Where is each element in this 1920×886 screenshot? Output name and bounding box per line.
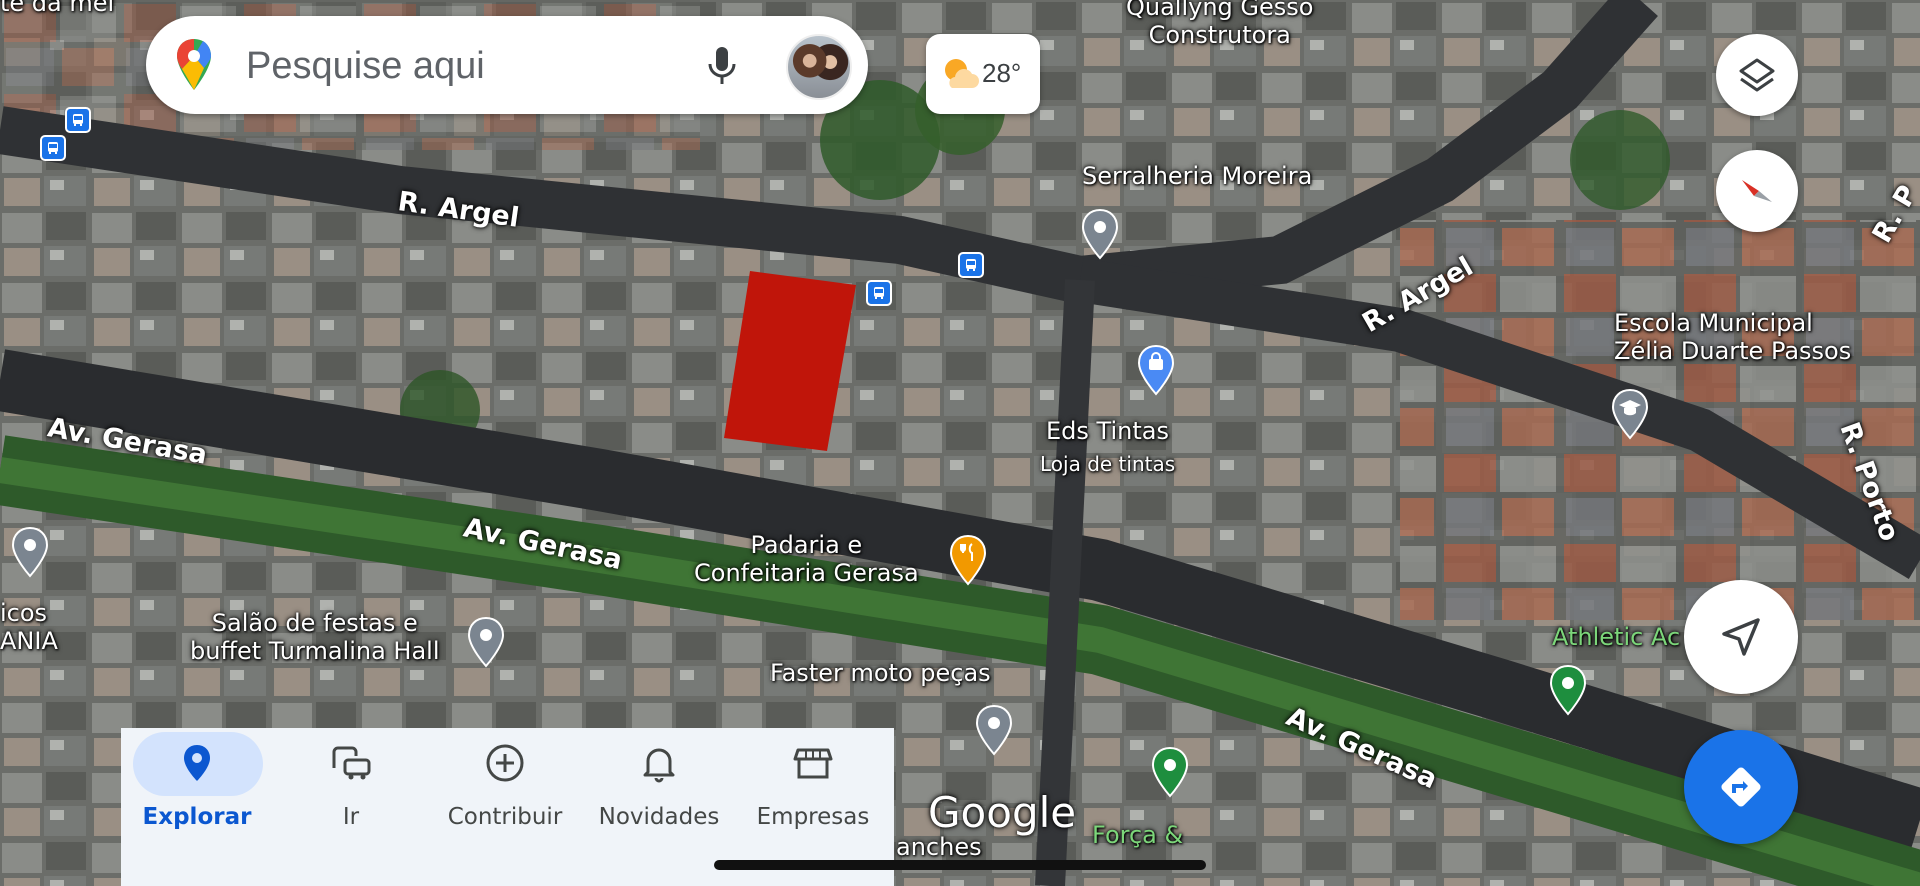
nav-item-explorar[interactable]: Explorar — [121, 728, 271, 886]
nav-item-novidades[interactable]: Novidades — [583, 728, 733, 886]
temperature: 28° — [982, 58, 1022, 88]
gray-place-pin-icon[interactable] — [1080, 208, 1120, 260]
place-label-line: icos — [0, 599, 48, 627]
nav-label: Explorar — [142, 804, 252, 830]
place-label-line: Escola Municipal — [1614, 309, 1813, 337]
gray-place-pin-icon[interactable] — [466, 616, 506, 668]
place-label-salao[interactable]: Salão de festas e buffet Turmalina Hall — [190, 609, 440, 665]
nav-item-contribuir[interactable]: Contribuir — [429, 728, 579, 886]
place-label-line: Confeitaria Gerasa — [694, 558, 919, 587]
maps-pin-logo-icon — [177, 39, 211, 90]
location-pin-icon — [184, 745, 210, 781]
layers-icon — [1739, 58, 1775, 92]
compass-icon — [1742, 180, 1772, 202]
bell-icon — [643, 748, 675, 783]
bus-stop-icon[interactable] — [40, 135, 66, 161]
my-location-button[interactable] — [1684, 580, 1798, 694]
bus-stop-icon[interactable] — [866, 280, 892, 306]
place-sublabel-eds-tintas: Loja de tintas — [1040, 452, 1176, 476]
commute-icon — [332, 746, 371, 780]
place-label-line: Padaria e — [750, 531, 863, 559]
place-label-line: Zélia Duarte Passos — [1614, 336, 1852, 365]
place-label-padaria[interactable]: Padaria e Confeitaria Gerasa — [694, 531, 919, 587]
nav-label: Empresas — [756, 804, 870, 830]
green-place-pin-icon[interactable] — [1548, 664, 1588, 716]
directions-icon — [1721, 767, 1761, 807]
place-label-lanches[interactable]: anches — [896, 833, 982, 862]
google-watermark: Google — [928, 788, 1077, 837]
bus-stop-icon[interactable] — [65, 107, 91, 133]
place-label-qualyng[interactable]: Quallyng Gesso Construtora — [1126, 0, 1313, 49]
avatar[interactable] — [786, 34, 852, 100]
place-label-line: Salão de festas e — [211, 609, 418, 637]
school-pin-icon[interactable] — [1610, 388, 1650, 440]
nav-label: Novidades — [598, 804, 720, 830]
compass-button[interactable] — [1716, 150, 1798, 232]
restaurant-pin-icon[interactable] — [948, 534, 988, 586]
place-label-escola[interactable]: Escola Municipal Zélia Duarte Passos — [1614, 309, 1852, 365]
place-label-cut-left[interactable]: icos ANIA — [0, 599, 58, 655]
bus-stop-icon[interactable] — [958, 252, 984, 278]
nav-label: Ir — [342, 804, 360, 830]
nav-item-ir[interactable]: Ir — [275, 728, 425, 886]
navigation-arrow-icon — [1722, 618, 1760, 656]
home-indicator[interactable] — [714, 860, 1206, 870]
place-label-line: Construtora — [1148, 20, 1291, 49]
place-label-line: Quallyng Gesso — [1126, 0, 1314, 21]
storefront-icon — [793, 748, 833, 779]
place-label-eds-tintas[interactable]: Eds Tintas — [1046, 417, 1169, 446]
green-place-pin-icon[interactable] — [1150, 746, 1190, 798]
place-label-line: ANIA — [0, 626, 58, 655]
nav-label: Contribuir — [447, 804, 563, 830]
shopping-pin-icon[interactable] — [1136, 344, 1176, 396]
weather-chip[interactable]: 28° — [926, 34, 1040, 114]
gray-place-pin-icon[interactable] — [10, 526, 50, 578]
partly-sunny-icon — [945, 59, 979, 88]
layers-button[interactable] — [1716, 34, 1798, 116]
place-label-line: buffet Turmalina Hall — [190, 636, 440, 665]
add-circle-icon — [486, 744, 524, 782]
place-label-faster[interactable]: Faster moto peças — [770, 659, 991, 688]
place-label-serralheria[interactable]: Serralheria Moreira — [1082, 162, 1312, 191]
gray-place-pin-icon[interactable] — [974, 704, 1014, 756]
search-bar[interactable] — [146, 16, 868, 114]
mic-icon[interactable] — [702, 44, 742, 88]
place-label-athletic[interactable]: Athletic Ac — [1552, 623, 1680, 652]
directions-button[interactable] — [1684, 730, 1798, 844]
place-label-forca[interactable]: Força & — [1092, 821, 1183, 850]
place-label-cut-top-left: te da mel — [0, 0, 115, 17]
